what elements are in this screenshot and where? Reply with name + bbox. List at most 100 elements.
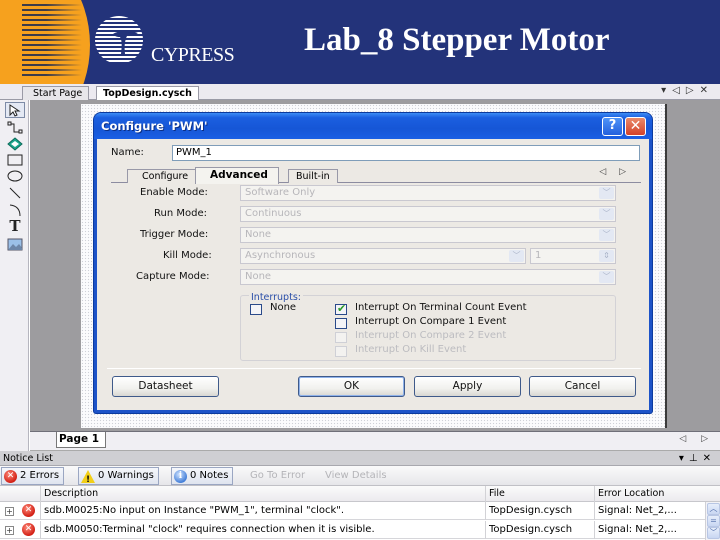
- banner-stripes: [22, 4, 82, 80]
- expand-icon[interactable]: +: [5, 507, 14, 516]
- close-icon[interactable]: ✕: [700, 85, 714, 96]
- image-tool-icon[interactable]: [5, 236, 25, 252]
- pointer-tool-icon[interactable]: [5, 102, 25, 118]
- scroll-up-icon[interactable]: ︿: [707, 503, 720, 515]
- notice-table: Description File Error Location + ✕ sdb.…: [0, 486, 720, 540]
- errors-filter-button[interactable]: ✕ 2 Errors: [1, 467, 65, 485]
- close-icon[interactable]: ✕: [703, 453, 716, 464]
- chevron-down-icon[interactable]: ▾: [679, 453, 689, 464]
- capture-mode-select[interactable]: None ﹀: [240, 269, 616, 285]
- interrupt-terminal-count-label: Interrupt On Terminal Count Event: [355, 302, 527, 313]
- table-row[interactable]: + ✕ sdb.M0025:No input on Instance "PWM_…: [0, 502, 705, 520]
- name-input[interactable]: PWM_1: [172, 145, 640, 161]
- notice-list-title: Notice List: [3, 453, 53, 464]
- tab-start-page[interactable]: Start Page: [22, 86, 90, 100]
- ellipse-tool-icon[interactable]: [5, 168, 25, 184]
- scroll-down-icon[interactable]: ﹀: [707, 527, 720, 539]
- row-description: sdb.M0050:Terminal "clock" requires conn…: [40, 521, 485, 539]
- enable-mode-value: Software Only: [245, 187, 316, 198]
- rectangle-tool-icon[interactable]: [5, 152, 25, 168]
- view-details-button[interactable]: View Details: [318, 467, 394, 485]
- trigger-mode-select[interactable]: None ﹀: [240, 227, 616, 243]
- slide-header: CYPRESS Lab_8 Stepper Motor: [0, 0, 720, 84]
- expand-icon[interactable]: +: [5, 526, 14, 535]
- errors-count: 2 Errors: [20, 470, 60, 481]
- interrupt-none-checkbox[interactable]: [250, 304, 262, 315]
- cancel-button[interactable]: Cancel: [529, 376, 636, 397]
- tab-advanced[interactable]: Advanced: [195, 167, 279, 184]
- row-file: TopDesign.cysch: [485, 521, 594, 539]
- component-tool-icon[interactable]: [5, 136, 25, 152]
- panel-controls: ▾⊥✕: [679, 451, 716, 466]
- interrupt-kill-checkbox[interactable]: [335, 346, 347, 357]
- kill-mode-label: Kill Mode:: [163, 250, 212, 261]
- tab-page-1[interactable]: Page 1: [56, 432, 107, 448]
- warnings-filter-button[interactable]: ! 0 Warnings: [78, 467, 159, 485]
- run-mode-value: Continuous: [245, 208, 302, 219]
- capture-mode-label: Capture Mode:: [136, 271, 210, 282]
- scroll-left-icon[interactable]: ◁: [672, 85, 686, 96]
- interrupt-terminal-count-checkbox[interactable]: ✔: [335, 302, 347, 315]
- arc-tool-icon[interactable]: [5, 202, 25, 218]
- kill-count-spinner[interactable]: 1 ⇕: [530, 248, 616, 264]
- notice-scrollbar[interactable]: ︿ = ﹀: [705, 502, 720, 540]
- warning-icon: !: [81, 469, 95, 485]
- chevron-down-icon[interactable]: ▾: [661, 85, 672, 96]
- help-button[interactable]: ?: [602, 117, 623, 136]
- checkmark-icon: ✔: [337, 302, 347, 315]
- interrupt-compare2-checkbox[interactable]: [335, 332, 347, 343]
- tab-topdesign[interactable]: TopDesign.cysch: [96, 86, 199, 101]
- interrupts-group: Interrupts: None ✔ Interrupt On Terminal…: [240, 292, 616, 361]
- run-mode-label: Run Mode:: [154, 208, 207, 219]
- close-button[interactable]: ✕: [625, 117, 646, 136]
- spinner-updown-icon[interactable]: ⇕: [599, 250, 614, 262]
- column-header-description[interactable]: Description: [40, 486, 485, 502]
- page-tab-strip: Page 1 ◁ ▷: [30, 431, 720, 451]
- go-to-error-button[interactable]: Go To Error: [243, 467, 312, 485]
- warnings-count: 0 Warnings: [98, 470, 154, 481]
- interrupt-compare1-label: Interrupt On Compare 1 Event: [355, 316, 507, 327]
- interrupt-compare2-label: Interrupt On Compare 2 Event: [355, 330, 507, 341]
- logo-tree-icon: [113, 30, 138, 54]
- notes-filter-button[interactable]: i 0 Notes: [171, 467, 234, 485]
- name-label: Name:: [111, 147, 144, 158]
- line-tool-icon[interactable]: [5, 185, 25, 201]
- capture-mode-value: None: [245, 271, 272, 282]
- text-tool-icon[interactable]: T: [5, 217, 25, 235]
- notes-count: 0 Notes: [190, 470, 229, 481]
- row-location: Signal: Net_2,...: [594, 502, 705, 520]
- enable-mode-label: Enable Mode:: [140, 187, 208, 198]
- datasheet-button[interactable]: Datasheet: [112, 376, 219, 397]
- interrupt-kill-label: Interrupt On Kill Event: [355, 344, 467, 355]
- trigger-mode-label: Trigger Mode:: [140, 229, 209, 240]
- chevron-down-icon: ﹀: [509, 250, 524, 262]
- run-mode-select[interactable]: Continuous ﹀: [240, 206, 616, 222]
- error-icon: ✕: [22, 504, 35, 517]
- table-row[interactable]: + ✕ sdb.M0050:Terminal "clock" requires …: [0, 521, 705, 539]
- tab-scroll-arrows-icon[interactable]: ◁ ▷: [599, 167, 631, 177]
- ok-button[interactable]: OK: [298, 376, 405, 397]
- scroll-right-icon[interactable]: ▷: [686, 85, 700, 96]
- kill-mode-select[interactable]: Asynchronous ﹀: [240, 248, 526, 264]
- enable-mode-select[interactable]: Software Only ﹀: [240, 185, 616, 201]
- notice-toolbar: ✕ 2 Errors ! 0 Warnings i 0 Notes Go To …: [0, 466, 720, 486]
- dialog-tabs: Configure Built-in Advanced ◁ ▷: [111, 167, 641, 184]
- interrupt-compare1-checkbox[interactable]: [335, 318, 347, 329]
- dialog-title-bar[interactable]: Configure 'PWM' ? ✕: [94, 113, 652, 139]
- tab-built-in[interactable]: Built-in: [288, 169, 338, 183]
- kill-mode-value: Asynchronous: [245, 250, 316, 261]
- tool-palette: T: [0, 100, 29, 451]
- tab-configure[interactable]: Configure: [127, 169, 197, 183]
- info-icon: i: [174, 469, 187, 483]
- column-header-file[interactable]: File: [485, 486, 594, 502]
- apply-button[interactable]: Apply: [414, 376, 521, 397]
- trigger-mode-value: None: [245, 229, 272, 240]
- pin-icon[interactable]: ⊥: [689, 453, 703, 464]
- column-header-error-location[interactable]: Error Location: [594, 486, 705, 502]
- row-location: Signal: Net_2,...: [594, 521, 705, 539]
- chevron-down-icon: ﹀: [599, 229, 614, 241]
- scroll-thumb[interactable]: =: [707, 515, 720, 527]
- page-scroll-arrows-icon[interactable]: ◁ ▷: [679, 434, 714, 444]
- wire-tool-icon[interactable]: [5, 120, 25, 136]
- document-tab-strip: Start Page TopDesign.cysch ▾◁▷✕: [0, 84, 720, 101]
